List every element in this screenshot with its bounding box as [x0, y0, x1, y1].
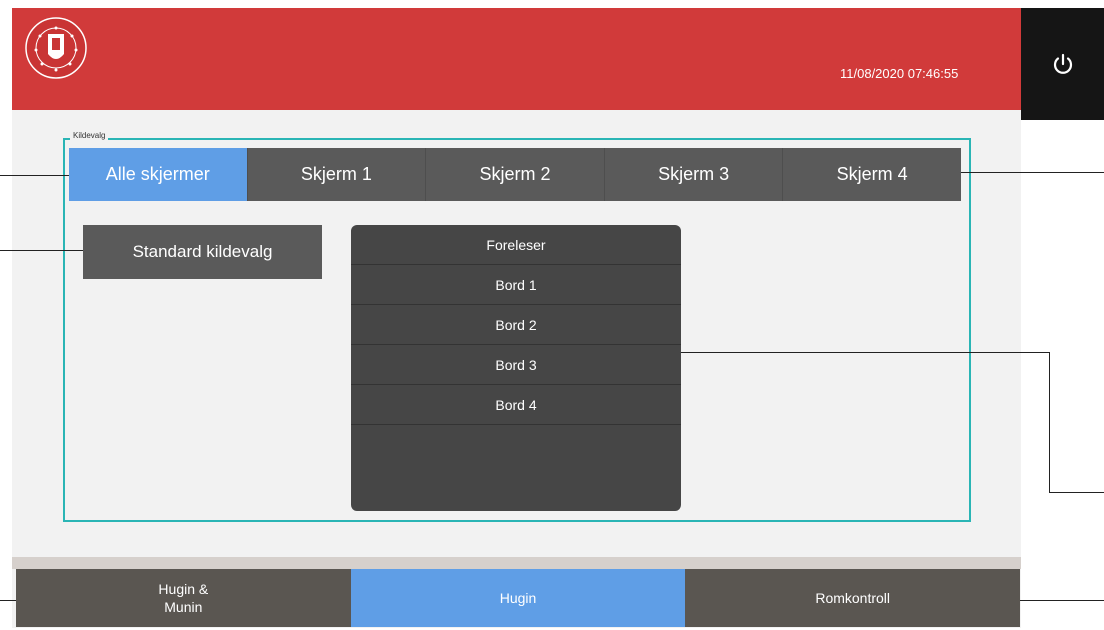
tab-screen-1[interactable]: Skjerm 1 [246, 148, 426, 201]
standard-source-button[interactable]: Standard kildevalg [83, 225, 322, 279]
source-item-bord-4[interactable]: Bord 4 [351, 385, 681, 425]
footer-nav: Hugin & Munin Hugin Romkontroll [16, 569, 1021, 627]
tab-screen-4[interactable]: Skjerm 4 [782, 148, 961, 201]
datetime-display: 11/08/2020 07:46:55 [840, 66, 959, 81]
callout-line-tabs-left [0, 175, 69, 176]
source-item-bord-1[interactable]: Bord 1 [351, 265, 681, 305]
power-button[interactable] [1021, 8, 1104, 120]
power-icon [1053, 53, 1072, 74]
nav-hugin-munin-line2: Munin [164, 599, 203, 615]
callout-line-std-left [0, 250, 83, 251]
source-list: Foreleser Bord 1 Bord 2 Bord 3 Bord 4 [351, 225, 681, 511]
source-item-foreleser[interactable]: Foreleser [351, 225, 681, 265]
nav-hugin-munin[interactable]: Hugin & Munin [16, 569, 351, 627]
callout-line-tabs-right [961, 172, 1104, 173]
tab-screen-2[interactable]: Skjerm 2 [425, 148, 604, 201]
group-label: Kildevalg [70, 131, 109, 140]
nav-hugin-munin-label: Hugin & Munin [158, 580, 208, 616]
callout-line-list-h2 [1049, 492, 1104, 493]
header-bar: 11/08/2020 07:46:55 [12, 8, 1021, 110]
nav-hugin-munin-line1: Hugin & [158, 581, 209, 597]
callout-line-list-v [1049, 352, 1050, 492]
footer-divider [12, 557, 1021, 569]
source-item-bord-2[interactable]: Bord 2 [351, 305, 681, 345]
source-item-bord-3[interactable]: Bord 3 [351, 345, 681, 385]
callout-line-footer-right [1020, 600, 1104, 601]
callout-line-list-h [681, 352, 1050, 353]
tab-screen-3[interactable]: Skjerm 3 [603, 148, 783, 201]
tab-all-screens[interactable]: Alle skjermer [69, 148, 247, 201]
screen-tabs: Alle skjermer Skjerm 1 Skjerm 2 Skjerm 3… [69, 148, 961, 201]
nav-hugin[interactable]: Hugin [350, 569, 686, 627]
nav-romkontroll[interactable]: Romkontroll [685, 569, 1021, 627]
university-seal-logo [25, 17, 87, 79]
callout-line-footer-left [0, 600, 16, 601]
